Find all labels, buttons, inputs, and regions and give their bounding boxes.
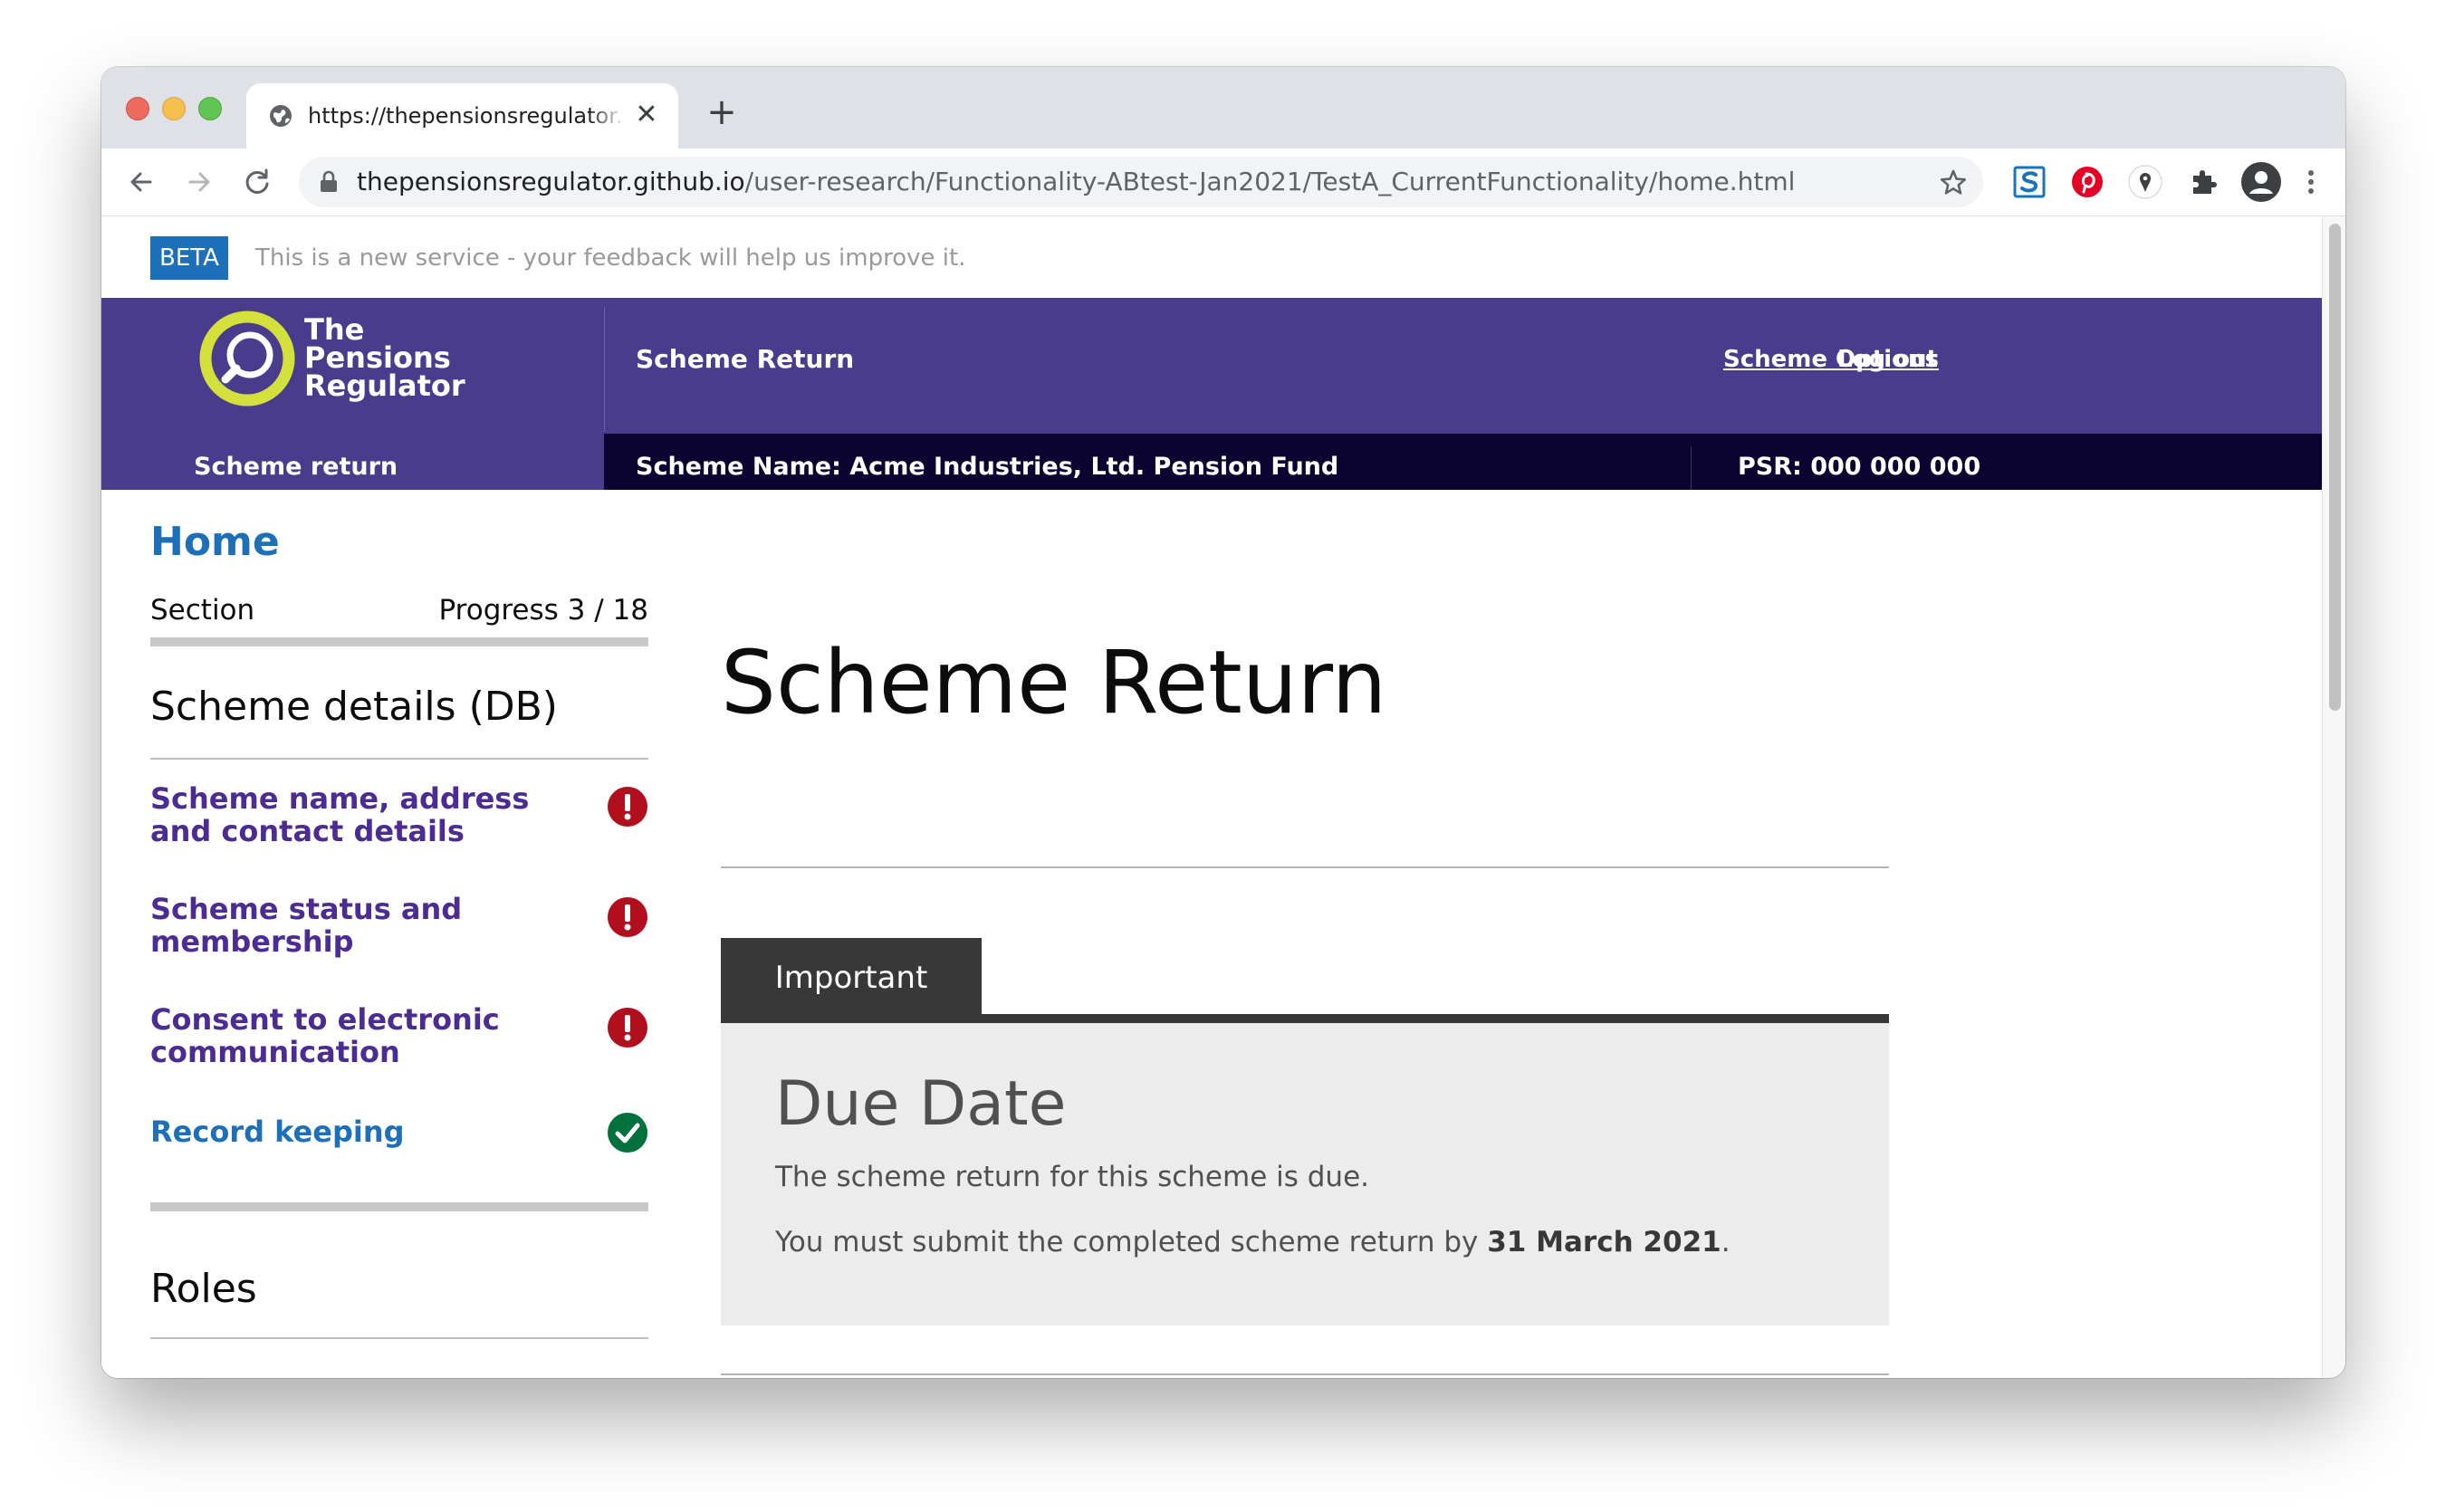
- new-tab-button[interactable]: +: [704, 94, 740, 130]
- minimize-window-button[interactable]: [162, 97, 186, 120]
- browser-toolbar: thepensionsregulator.github.io/user-rese…: [101, 148, 2345, 216]
- address-bar[interactable]: thepensionsregulator.github.io/user-rese…: [299, 157, 1983, 207]
- globe-icon: [270, 105, 292, 127]
- forward-icon[interactable]: [181, 164, 217, 200]
- subbar-right: Scheme Name: Acme Industries, Ltd. Pensi…: [604, 434, 2322, 490]
- section-progress-row: Section Progress 3 / 18: [150, 589, 648, 631]
- web-page: BETA This is a new service - your feedba…: [101, 216, 2322, 1378]
- important-tab: Important: [721, 938, 982, 1014]
- map-pin-icon[interactable]: [2128, 165, 2162, 199]
- site-header: The Pensions Regulator Scheme Return Sch…: [101, 298, 2322, 434]
- task-record-keeping[interactable]: Record keeping: [150, 1113, 648, 1153]
- url-domain: thepensionsregulator.github.io: [357, 167, 745, 196]
- tab-close-icon[interactable]: ✕: [631, 100, 662, 130]
- task-link[interactable]: Scheme status and membership: [150, 893, 567, 958]
- page-title: Scheme Return: [721, 632, 1387, 733]
- important-bar: [721, 1014, 1889, 1023]
- lock-icon: [321, 170, 337, 192]
- group-heading-scheme-details: Scheme details (DB): [150, 684, 558, 730]
- group-divider: [150, 1337, 648, 1339]
- group-heading-roles: Roles: [150, 1266, 257, 1312]
- url-text: thepensionsregulator.github.io/user-rese…: [357, 157, 1795, 207]
- task-link[interactable]: Scheme name, address and contact details: [150, 782, 567, 847]
- task-scheme-name-address[interactable]: Scheme name, address and contact details: [150, 782, 648, 847]
- notice-line-2-text: You must submit the completed scheme ret…: [775, 1226, 1488, 1258]
- group-divider: [150, 1202, 648, 1211]
- close-window-button[interactable]: [126, 97, 149, 120]
- tpr-logo[interactable]: The Pensions Regulator: [101, 298, 604, 434]
- browser-window: https://thepensionsregulator.github.io/u…: [101, 67, 2345, 1378]
- home-link[interactable]: Home: [150, 515, 280, 569]
- logo-wordmark: The Pensions Regulator: [304, 315, 540, 403]
- error-icon: [608, 787, 647, 827]
- task-consent-electronic-communication[interactable]: Consent to electronic communication: [150, 1003, 648, 1068]
- magnifier-logo-icon: [199, 311, 295, 407]
- back-icon[interactable]: [123, 164, 159, 200]
- zoom-window-button[interactable]: [198, 97, 222, 120]
- subbar-divider: [1691, 446, 1692, 490]
- beta-feedback-text: This is a new service - your feedback wi…: [255, 244, 966, 272]
- scrollbar[interactable]: [2322, 216, 2345, 1378]
- scheme-name: Scheme Name: Acme Industries, Ltd. Pensi…: [636, 453, 1339, 481]
- phase-banner: BETA This is a new service - your feedba…: [101, 216, 2322, 298]
- psr-number: PSR: 000 000 000: [1738, 453, 1981, 481]
- log-out-link[interactable]: Log out: [1837, 341, 1938, 378]
- extension-s-icon[interactable]: [2012, 165, 2047, 199]
- logo-line: Regulator: [304, 368, 465, 403]
- scheme-info-bar: Scheme return Scheme Name: Acme Industri…: [101, 434, 2322, 490]
- bookmark-star-icon[interactable]: [1938, 167, 1969, 198]
- puzzle-icon[interactable]: [2186, 165, 2220, 199]
- scheme-return-label: Scheme return: [194, 453, 398, 481]
- progress-count: Progress 3 / 18: [438, 594, 648, 627]
- section-label: Section: [150, 594, 255, 627]
- subbar-left: Scheme return: [101, 434, 604, 490]
- content-divider: [721, 1373, 1889, 1375]
- group-divider: [150, 758, 648, 760]
- pinterest-icon[interactable]: [2070, 165, 2105, 199]
- url-path: /user-research/Functionality-ABtest-Jan2…: [744, 167, 1796, 196]
- error-icon: [608, 1008, 647, 1048]
- section-divider: [150, 637, 648, 646]
- menu-icon[interactable]: [2302, 165, 2320, 199]
- due-date-value: 31 March 2021: [1487, 1226, 1721, 1258]
- service-name[interactable]: Scheme Return: [636, 341, 854, 378]
- tab-strip: https://thepensionsregulator.github.io/u…: [101, 67, 2345, 148]
- due-date-notice: Due Date The scheme return for this sche…: [721, 1023, 1889, 1325]
- checkmark-icon: [608, 1113, 647, 1153]
- notice-line-2-end: .: [1721, 1226, 1731, 1258]
- profile-icon[interactable]: [2240, 161, 2282, 203]
- browser-tab[interactable]: https://thepensionsregulator.github.io/u…: [246, 83, 678, 148]
- scrollbar-thumb[interactable]: [2329, 224, 2341, 711]
- task-link[interactable]: Consent to electronic communication: [150, 1003, 567, 1068]
- notice-line-1: The scheme return for this scheme is due…: [775, 1161, 1369, 1193]
- tab-title: https://thepensionsregulator.github.io/u…: [308, 101, 625, 130]
- task-scheme-status-membership[interactable]: Scheme status and membership: [150, 893, 648, 958]
- header-divider: [604, 307, 605, 432]
- title-divider: [721, 866, 1889, 868]
- notice-heading: Due Date: [775, 1068, 1067, 1140]
- error-icon: [608, 897, 647, 937]
- reload-icon[interactable]: [239, 164, 275, 200]
- beta-tag: BETA: [150, 236, 228, 280]
- task-link[interactable]: Record keeping: [150, 1115, 567, 1148]
- notice-line-2: You must submit the completed scheme ret…: [775, 1224, 1731, 1260]
